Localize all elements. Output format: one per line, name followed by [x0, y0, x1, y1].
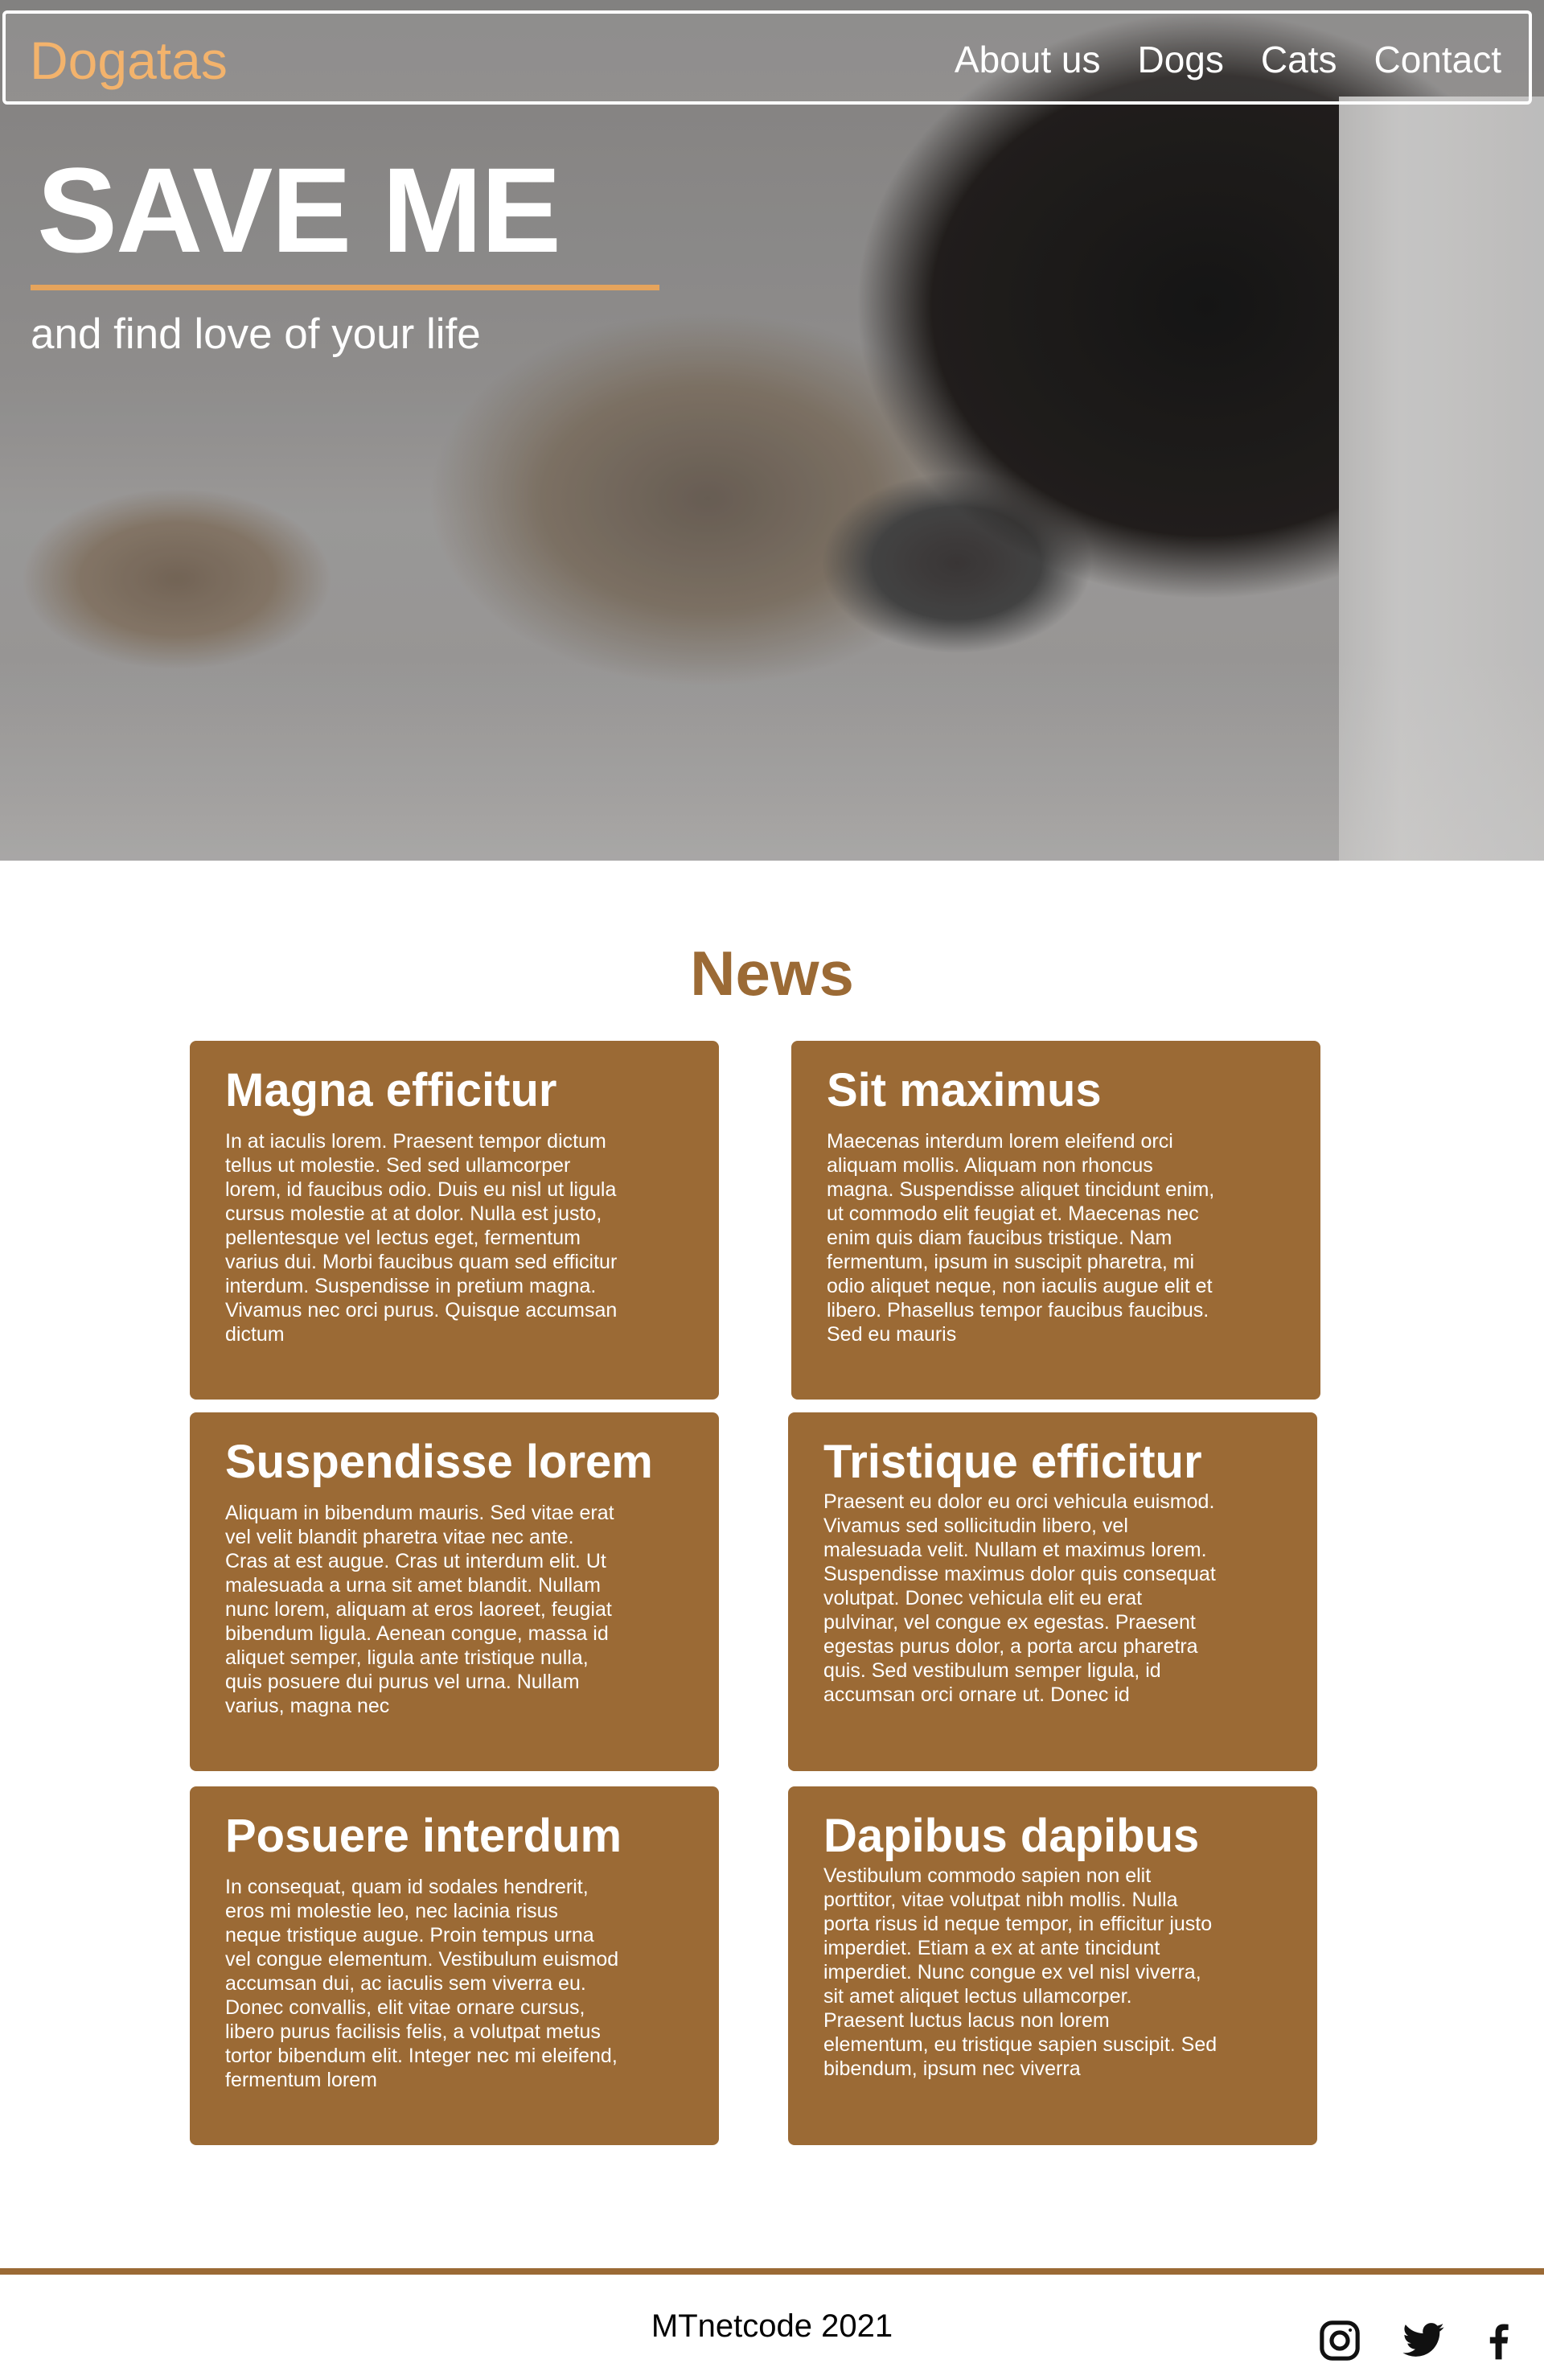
- hero-photo-overlay: [0, 0, 1544, 861]
- hero-section: Dogatas About us Dogs Cats Contact SAVE …: [0, 0, 1544, 861]
- navbar: Dogatas About us Dogs Cats Contact: [2, 10, 1532, 105]
- news-card[interactable]: Magna efficitur In at iaculis lorem. Pra…: [190, 1041, 719, 1400]
- news-card-body: Maecenas interdum lorem eleifend orci al…: [827, 1130, 1215, 1346]
- news-card[interactable]: Dapibus dapibus Vestibulum commodo sapie…: [788, 1786, 1317, 2145]
- news-card-body: In consequat, quam id sodales hendrerit,…: [225, 1876, 619, 2091]
- news-card[interactable]: Suspendisse lorem Aliquam in bibendum ma…: [190, 1412, 719, 1771]
- news-card-title: Sit maximus: [827, 1064, 1102, 1116]
- hero-subtitle: and find love of your life: [31, 310, 481, 358]
- twitter-icon[interactable]: [1401, 2318, 1446, 2363]
- news-card-body: In at iaculis lorem. Praesent tempor dic…: [225, 1130, 618, 1346]
- news-card-body: Aliquam in bibendum mauris. Sed vitae er…: [225, 1502, 614, 1717]
- news-card-title: Posuere interdum: [225, 1810, 622, 1862]
- nav-links: About us Dogs Cats Contact: [955, 38, 1501, 81]
- news-card-title: Dapibus dapibus: [823, 1810, 1200, 1862]
- news-card-body: Vestibulum commodo sapien non elit portt…: [823, 1864, 1218, 2080]
- footer-copyright: MTnetcode 2021: [651, 2308, 893, 2344]
- nav-link-contact[interactable]: Contact: [1374, 38, 1501, 81]
- hero-underline: [31, 285, 659, 290]
- logo[interactable]: Dogatas: [30, 30, 228, 91]
- footer-divider: [0, 2268, 1544, 2275]
- instagram-icon[interactable]: [1317, 2318, 1362, 2363]
- news-card-title: Suspendisse lorem: [225, 1436, 653, 1488]
- facebook-icon[interactable]: [1476, 2318, 1521, 2363]
- news-card-title: Magna efficitur: [225, 1064, 557, 1116]
- news-card-body: Praesent eu dolor eu orci vehicula euism…: [823, 1490, 1216, 1706]
- nav-link-cats[interactable]: Cats: [1261, 38, 1337, 81]
- news-heading: News: [690, 938, 854, 1009]
- nav-link-about-us[interactable]: About us: [955, 38, 1101, 81]
- news-card[interactable]: Tristique efficitur Praesent eu dolor eu…: [788, 1412, 1317, 1771]
- nav-link-dogs[interactable]: Dogs: [1137, 38, 1223, 81]
- news-card[interactable]: Posuere interdum In consequat, quam id s…: [190, 1786, 719, 2145]
- news-card[interactable]: Sit maximus Maecenas interdum lorem elei…: [791, 1041, 1320, 1400]
- news-card-title: Tristique efficitur: [823, 1436, 1202, 1488]
- hero-title: SAVE ME: [37, 142, 561, 277]
